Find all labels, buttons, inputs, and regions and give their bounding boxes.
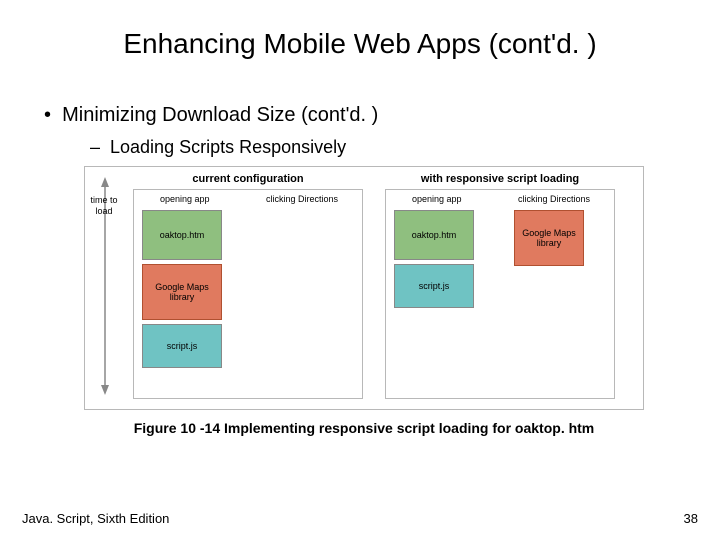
bullet-level-1: • Minimizing Download Size (cont'd. ) — [44, 104, 720, 127]
bullet-level-2: – Loading Scripts Responsively — [90, 137, 720, 158]
footer-left-text: Java. Script, Sixth Edition — [22, 511, 169, 526]
figure-caption: Figure 10 -14 Implementing responsive sc… — [84, 420, 644, 436]
box-script-right: script.js — [394, 264, 474, 308]
page-number: 38 — [684, 511, 698, 526]
y-axis-label: time to load — [89, 195, 119, 217]
figure-container: time to load current configuration with … — [84, 166, 644, 436]
left-col2-label: clicking Directions — [266, 194, 338, 204]
right-col2-label: clicking Directions — [518, 194, 590, 204]
panel-left-title: current configuration — [133, 173, 363, 185]
bullet-2-text: Loading Scripts Responsively — [110, 137, 346, 157]
right-col1-label: opening app — [412, 194, 462, 204]
panel-right-title: with responsive script loading — [385, 173, 615, 185]
panel-right: opening app clicking Directions oaktop.h… — [385, 189, 615, 399]
box-maps-right: Google Maps library — [514, 210, 584, 266]
bullet-1-text: Minimizing Download Size (cont'd. ) — [62, 104, 378, 126]
box-script-left: script.js — [142, 324, 222, 368]
panel-left: opening app clicking Directions oaktop.h… — [133, 189, 363, 399]
page-title: Enhancing Mobile Web Apps (cont'd. ) — [0, 0, 720, 60]
box-oaktop-right: oaktop.htm — [394, 210, 474, 260]
box-maps-left: Google Maps library — [142, 264, 222, 320]
diagram: time to load current configuration with … — [84, 166, 644, 410]
box-oaktop-left: oaktop.htm — [142, 210, 222, 260]
left-col1-label: opening app — [160, 194, 210, 204]
